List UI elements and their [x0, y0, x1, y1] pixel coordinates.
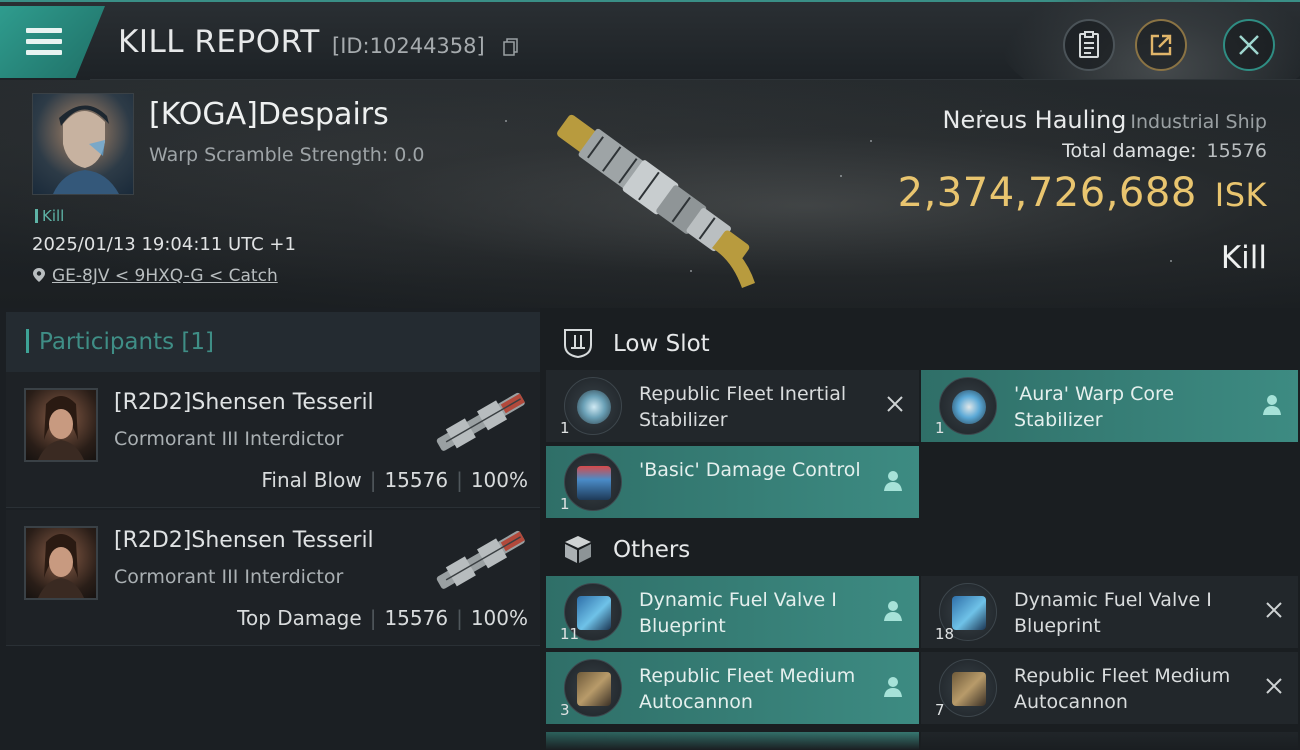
- item-icon: [564, 659, 622, 717]
- total-damage-label: Total damage:: [1062, 140, 1197, 162]
- participant-stats: Final Blow | 15576 | 100%: [261, 468, 528, 492]
- item-name: Republic Fleet Inertial Stabilizer: [639, 383, 847, 431]
- item-name: 'Basic' Damage Control: [639, 459, 861, 481]
- victim-ship-class: Industrial Ship: [1130, 111, 1267, 133]
- share-icon: [1150, 34, 1172, 56]
- item-name: Dynamic Fuel Valve I Blueprint: [1014, 589, 1212, 637]
- participant-stats: Top Damage | 15576 | 100%: [237, 606, 528, 630]
- fitting-item[interactable]: 1 'Aura' Warp Core Stabilizer: [921, 370, 1298, 442]
- participant-avatar[interactable]: [24, 526, 98, 600]
- item-quantity: 18: [935, 625, 955, 643]
- location-pin-icon: [33, 268, 45, 282]
- victim-avatar[interactable]: [32, 93, 134, 195]
- item-quantity: 1: [560, 419, 570, 437]
- participant-ship-image: [436, 530, 525, 589]
- item-name: 'Aura' Warp Core Stabilizer: [1014, 383, 1175, 431]
- menu-icon: [26, 28, 64, 56]
- isk-value: 2,374,726,688 ISK: [898, 170, 1267, 216]
- fitting-item[interactable]: 18 Dynamic Fuel Valve I Blueprint: [921, 576, 1298, 648]
- participant-avatar-figure: [38, 534, 84, 598]
- participant-name[interactable]: [R2D2]Shensen Tesseril: [114, 390, 374, 415]
- clipboard-icon: [1079, 31, 1099, 58]
- fitting-item[interactable]: 1 Republic Fleet Inertial Stabilizer: [546, 370, 919, 442]
- fitting-item[interactable]: 3 Republic Fleet Medium Autocannon: [546, 652, 919, 724]
- participant-name[interactable]: [R2D2]Shensen Tesseril: [114, 528, 374, 553]
- page-title: KILL REPORT: [118, 24, 320, 60]
- item-name: Dynamic Fuel Valve I Blueprint: [639, 589, 837, 637]
- item-icon: [939, 377, 997, 435]
- participant-role: Final Blow: [261, 468, 362, 492]
- participant-percent: 100%: [470, 606, 528, 630]
- participant-damage: 15576: [384, 468, 449, 492]
- low-slot-label: Low Slot: [613, 331, 710, 357]
- cargo-box-icon: [565, 536, 591, 563]
- participant-row[interactable]: [R2D2]Shensen Tesseril Cormorant III Int…: [6, 372, 540, 508]
- item-name: Republic Fleet Medium Autocannon: [1014, 665, 1231, 713]
- item-icon: [564, 377, 622, 435]
- fitting-item[interactable]: 1 'Basic' Damage Control: [546, 446, 919, 518]
- others-label: Others: [613, 537, 691, 563]
- item-icon: [564, 453, 622, 511]
- participant-avatar-figure: [38, 396, 84, 460]
- kill-datetime: 2025/01/13 19:04:11 UTC +1: [32, 234, 296, 255]
- dropped-pilot-icon: [1263, 395, 1281, 415]
- participant-damage: 15576: [384, 606, 449, 630]
- total-damage-value: 15576: [1206, 140, 1267, 162]
- participants-panel: Participants [1] [R2D2]Shensen Tesseril …: [0, 308, 540, 750]
- victim-ship-image: [557, 114, 755, 288]
- low-slot-icon: [564, 329, 592, 359]
- victim-pilot-name[interactable]: [KOGA]Despairs: [149, 97, 389, 132]
- close-icon: [1239, 35, 1259, 55]
- fitting-item[interactable]: 11 Dynamic Fuel Valve I Blueprint: [546, 576, 919, 648]
- participant-avatar[interactable]: [24, 388, 98, 462]
- isk-unit: ISK: [1214, 176, 1267, 214]
- destroyed-icon: [887, 396, 903, 412]
- kill-tag: Kill: [35, 207, 64, 225]
- item-quantity: 1: [935, 419, 945, 437]
- fitting-item[interactable]: 7 Republic Fleet Medium Autocannon: [921, 652, 1298, 724]
- participants-header: Participants [1]: [6, 312, 540, 372]
- dropped-pilot-icon: [884, 601, 902, 621]
- participant-ship: Cormorant III Interdictor: [114, 566, 344, 588]
- report-id: [ID:10244358]: [332, 34, 485, 58]
- total-damage: Total damage: 15576: [1062, 140, 1267, 162]
- close-button[interactable]: [1223, 19, 1275, 71]
- item-quantity: 3: [560, 701, 570, 719]
- item-quantity: 7: [935, 701, 945, 719]
- participant-row[interactable]: [R2D2]Shensen Tesseril Cormorant III Int…: [6, 510, 540, 646]
- dropped-pilot-icon: [884, 677, 902, 697]
- kill-location[interactable]: GE-8JV < 9HXQ-G < Catch: [32, 266, 278, 286]
- others-section-header: Others: [546, 520, 1298, 576]
- participants-title: Participants [1]: [26, 329, 214, 355]
- item-name: Republic Fleet Medium Autocannon: [639, 665, 856, 713]
- low-slot-section-header: Low Slot: [546, 314, 1298, 370]
- clipboard-button[interactable]: [1063, 19, 1115, 71]
- warp-scramble-strength: Warp Scramble Strength: 0.0: [149, 144, 425, 166]
- fitting-panel: Low Slot 1 Republic Fleet Inertial Stabi…: [540, 308, 1300, 750]
- scroll-fade: [540, 728, 1300, 750]
- item-quantity: 11: [560, 625, 580, 643]
- copy-icon[interactable]: [503, 38, 519, 56]
- header-bar: KILL REPORT [ID:10244358]: [0, 0, 1300, 112]
- isk-amount: 2,374,726,688: [897, 170, 1197, 216]
- destroyed-icon: [1266, 678, 1282, 694]
- destroyed-icon: [1266, 602, 1282, 618]
- participant-ship: Cormorant III Interdictor: [114, 428, 344, 450]
- menu-button[interactable]: [0, 6, 105, 78]
- location-text[interactable]: GE-8JV < 9HXQ-G < Catch: [52, 266, 278, 286]
- item-icon: [939, 659, 997, 717]
- dropped-pilot-icon: [884, 471, 902, 491]
- participant-percent: 100%: [470, 468, 528, 492]
- victim-ship[interactable]: Nereus Hauling Industrial Ship: [942, 106, 1267, 134]
- participant-ship-image: [436, 392, 525, 451]
- share-button[interactable]: [1135, 19, 1187, 71]
- victim-ship-name: Nereus Hauling: [942, 106, 1127, 134]
- participant-role: Top Damage: [237, 606, 362, 630]
- item-quantity: 1: [560, 495, 570, 513]
- avatar-figure: [53, 105, 119, 194]
- kill-result: Kill: [1220, 240, 1267, 276]
